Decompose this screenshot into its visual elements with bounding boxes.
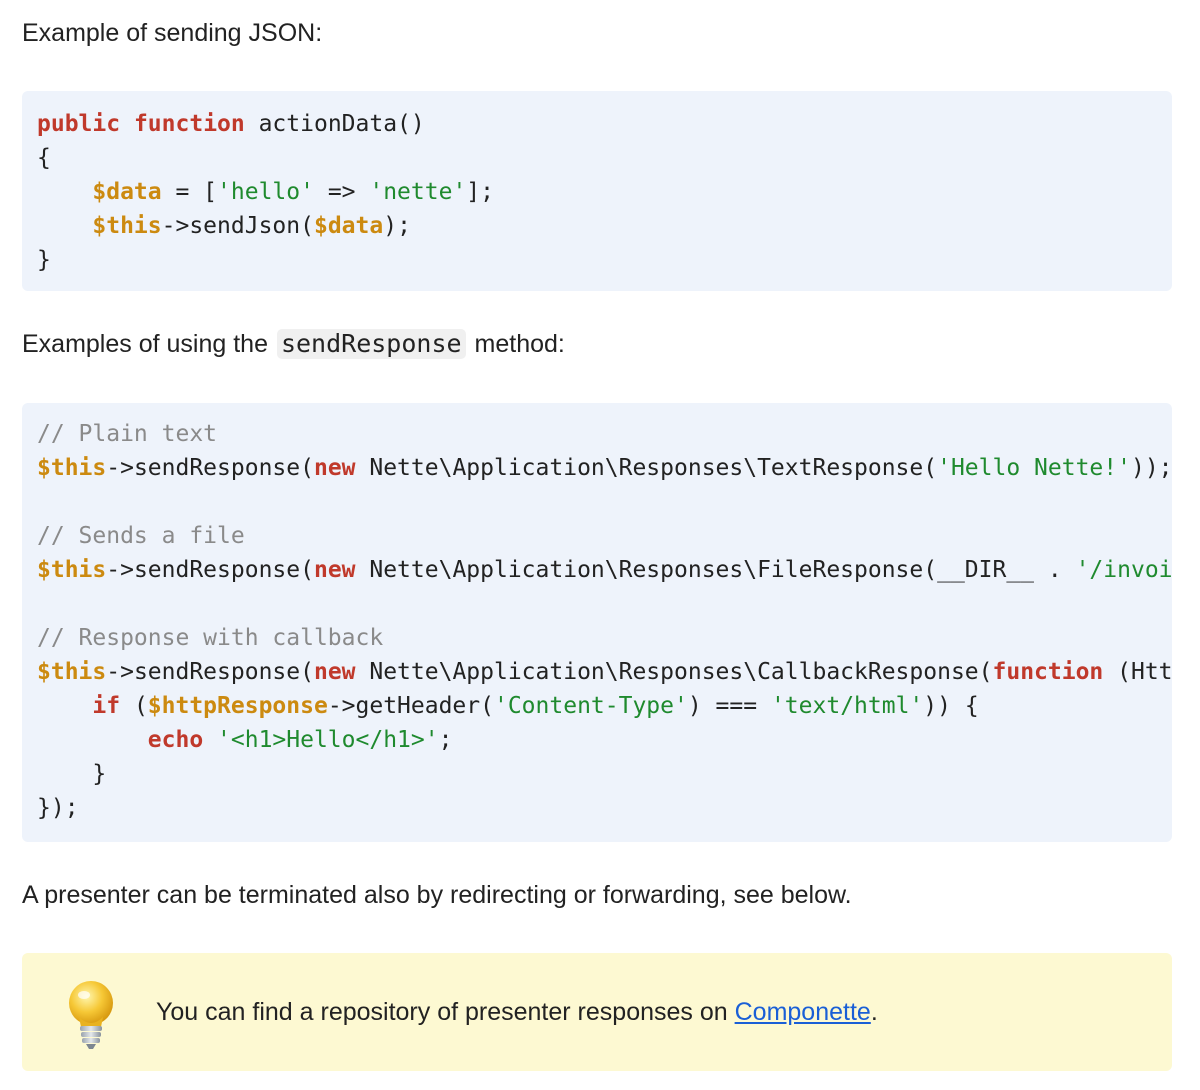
code-response: // Plain text $this->sendResponse(new Net… (37, 417, 1172, 825)
code-token: echo (147, 727, 204, 753)
code-token: public (37, 111, 121, 137)
code-token: 'Hello Nette!' (937, 455, 1131, 481)
code-token: function (133, 111, 245, 137)
tip-text: You can find a repository of presenter r… (156, 995, 878, 1029)
tip-text-before: You can find a repository of presenter r… (156, 998, 735, 1026)
code-token: ->sendResponse( (106, 659, 314, 685)
code-line: }); (37, 791, 1172, 825)
code-token: = [ (161, 179, 218, 205)
code-line: // Sends a file (37, 519, 1172, 553)
code-token: { (37, 145, 51, 171)
code-token: ->sendJson( (161, 213, 314, 239)
code-token: // Sends a file (37, 523, 245, 549)
code-line: $data = ['hello' => 'nette']; (37, 175, 1172, 209)
code-token: (Http\I (1117, 659, 1172, 685)
code-token: 'Content-Type' (493, 693, 688, 719)
code-token: new (313, 659, 356, 685)
code-token: 'hello' (217, 179, 314, 205)
code-line: if ($httpResponse->getHeader('Content-Ty… (37, 689, 1172, 723)
code-token: new (313, 455, 356, 481)
code-token: )) { (923, 693, 979, 719)
code-token: '<h1>Hello</h1>' (217, 727, 439, 753)
code-token: Nette\Application\Responses\FileResponse… (355, 557, 1076, 583)
code-line: } (37, 757, 1172, 791)
code-token: actionData() (244, 111, 425, 137)
code-token: $this (92, 213, 162, 239)
tip-box: You can find a repository of presenter r… (22, 953, 1172, 1071)
code-token: $data (313, 213, 384, 239)
code-token: $httpResponse (147, 693, 328, 719)
code-token: ]; (466, 179, 494, 205)
code-token: 'nette' (369, 179, 467, 205)
code-line: // Response with callback (37, 621, 1172, 655)
code-line: $this->sendResponse(new Nette\Applicatio… (37, 451, 1172, 485)
inline-code-send-response: sendResponse (276, 329, 466, 359)
code-token: ->sendResponse( (106, 455, 314, 481)
code-token: $this (37, 659, 107, 685)
code-line: } (37, 243, 1172, 277)
intro-json-text: Example of sending JSON: (22, 19, 323, 47)
intro-response-after: method: (474, 330, 565, 358)
code-token: ; (438, 727, 453, 753)
lightbulb-icon (69, 981, 113, 1049)
code-token: $this (37, 557, 107, 583)
code-line: // Plain text (37, 417, 1172, 451)
code-token: } (37, 247, 51, 273)
code-token: => (313, 179, 370, 205)
code-token: ->getHeader( (327, 693, 494, 719)
code-block-response: // Plain text $this->sendResponse(new Net… (22, 403, 1172, 842)
code-token: ->sendResponse( (106, 557, 314, 583)
code-token: new (313, 557, 356, 583)
code-token: $this (37, 455, 107, 481)
intro-response-text: Examples of using the sendResponse metho… (22, 327, 565, 361)
code-token: if (92, 693, 121, 719)
code-line: $this->sendJson($data); (37, 209, 1172, 243)
code-token: function (992, 659, 1104, 685)
code-token: } (37, 761, 107, 787)
code-token: // Plain text (37, 421, 218, 447)
code-line: echo '<h1>Hello</h1>'; (37, 723, 1172, 757)
code-token: $data (92, 179, 162, 205)
code-token: )); (1130, 455, 1172, 481)
componette-link[interactable]: Componette (735, 998, 871, 1026)
code-line: $this->sendResponse(new Nette\Applicatio… (37, 655, 1172, 689)
code-token: '/invoice. (1075, 557, 1172, 583)
code-token: ); (383, 213, 411, 239)
code-token: Nette\Application\Responses\CallbackResp… (355, 659, 993, 685)
code-line: $this->sendResponse(new Nette\Applicatio… (37, 553, 1172, 587)
code-token: Nette\Application\Responses\TextResponse… (355, 455, 938, 481)
intro-response-before: Examples of using the (22, 330, 268, 358)
code-token: 'text/html' (770, 693, 924, 719)
terminate-text: A presenter can be terminated also by re… (22, 881, 852, 909)
code-block-json: public function actionData(){ $data = ['… (22, 91, 1172, 291)
code-json: public function actionData(){ $data = ['… (37, 107, 1172, 277)
code-token: ) === (687, 693, 771, 719)
code-line: { (37, 141, 1172, 175)
code-line: public function actionData() (37, 107, 1172, 141)
code-token: // Response with callback (37, 625, 384, 651)
code-token: ( (120, 693, 148, 719)
code-token: }); (37, 795, 79, 821)
tip-text-after: . (870, 998, 878, 1026)
